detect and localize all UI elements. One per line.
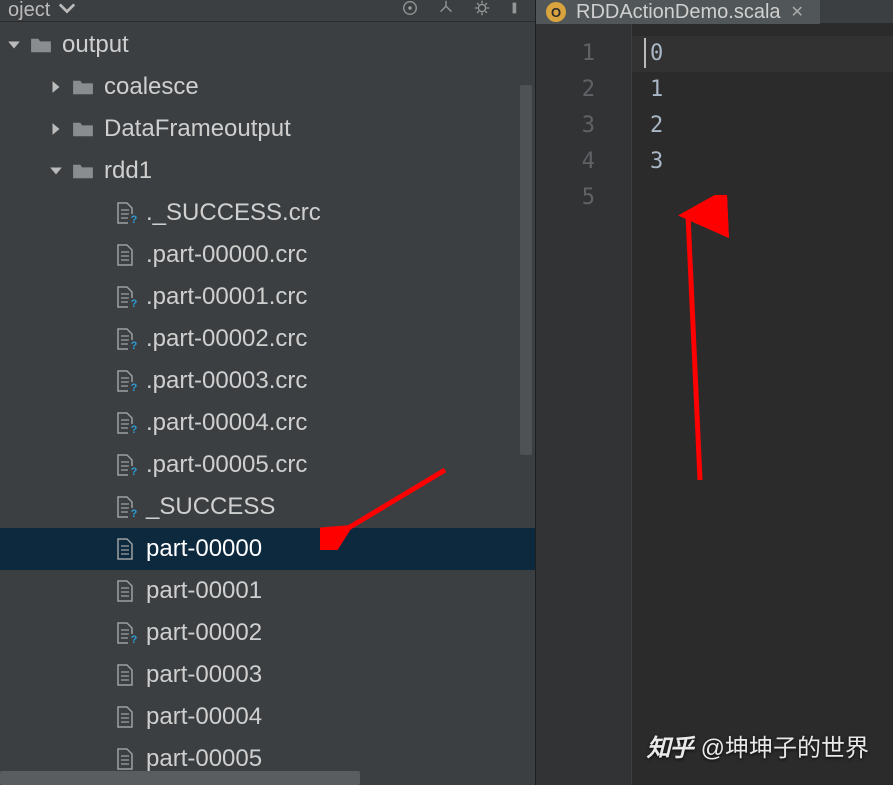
unknown-badge-icon: ? bbox=[128, 508, 140, 520]
file-item[interactable]: ? .part-00005.crc bbox=[0, 444, 535, 486]
file-icon: ? bbox=[112, 622, 138, 644]
horizontal-scroll-track bbox=[0, 771, 535, 785]
file-item[interactable]: ? .part-00001.crc bbox=[0, 276, 535, 318]
unknown-badge-icon: ? bbox=[128, 298, 140, 310]
file-item[interactable]: ? part-00002 bbox=[0, 612, 535, 654]
file-icon bbox=[112, 664, 138, 686]
tree-item-label: coalesce bbox=[104, 66, 199, 108]
file-icon: ? bbox=[112, 496, 138, 518]
unknown-badge-icon: ? bbox=[128, 424, 140, 436]
line-number: 5 bbox=[536, 180, 595, 216]
file-item[interactable]: ? .part-00003.crc bbox=[0, 360, 535, 402]
file-icon: ? bbox=[112, 454, 138, 476]
tree-item-label: part-00002 bbox=[146, 612, 262, 654]
folder-icon bbox=[70, 78, 96, 96]
text-caret bbox=[644, 38, 646, 68]
hide-icon[interactable] bbox=[509, 0, 527, 23]
line-number: 4 bbox=[536, 144, 595, 180]
watermark: 知乎 @坤坤子的世界 bbox=[647, 728, 869, 763]
code-area[interactable]: 0123 bbox=[632, 24, 893, 785]
tree-item-label: .part-00004.crc bbox=[146, 402, 307, 444]
unknown-badge-icon: ? bbox=[128, 214, 140, 226]
disclosure-arrow-icon[interactable] bbox=[0, 38, 28, 52]
chevron-down-icon[interactable] bbox=[58, 0, 76, 23]
sidebar-header: oject bbox=[0, 0, 535, 22]
tree-item-label: part-00000 bbox=[146, 528, 262, 570]
file-icon: ? bbox=[112, 370, 138, 392]
file-icon: ? bbox=[112, 328, 138, 350]
line-number: 3 bbox=[536, 108, 595, 144]
file-icon bbox=[112, 706, 138, 728]
close-icon[interactable]: ✕ bbox=[791, 2, 804, 22]
line-number: 1 bbox=[536, 36, 595, 72]
folder-item[interactable]: coalesce bbox=[0, 66, 535, 108]
unknown-badge-icon: ? bbox=[128, 466, 140, 478]
folder-icon bbox=[70, 162, 96, 180]
file-icon: ? bbox=[112, 202, 138, 224]
collapse-icon[interactable] bbox=[437, 0, 455, 23]
zhihu-logo: 知乎 bbox=[647, 728, 693, 763]
editor-tabs: O RDDActionDemo.scala ✕ bbox=[536, 0, 893, 24]
tree-item-label: part-00001 bbox=[146, 570, 262, 612]
disclosure-arrow-icon[interactable] bbox=[42, 164, 70, 178]
file-icon bbox=[112, 538, 138, 560]
file-item[interactable]: ? _SUCCESS bbox=[0, 486, 535, 528]
tree-item-label: part-00004 bbox=[146, 696, 262, 738]
code-line: 3 bbox=[650, 144, 893, 180]
tree-item-label: .part-00005.crc bbox=[146, 444, 307, 486]
file-item[interactable]: part-00001 bbox=[0, 570, 535, 612]
code-line: 0 bbox=[650, 36, 893, 72]
file-icon: ? bbox=[112, 412, 138, 434]
project-sidebar: oject outputcoalesceDataFrameoutputrdd1?… bbox=[0, 0, 535, 785]
scala-file-icon: O bbox=[546, 2, 566, 22]
code-line: 2 bbox=[650, 108, 893, 144]
tab-rddactiondemo[interactable]: O RDDActionDemo.scala ✕ bbox=[536, 0, 820, 24]
unknown-badge-icon: ? bbox=[128, 634, 140, 646]
tree-item-label: DataFrameoutput bbox=[104, 108, 291, 150]
code-line bbox=[650, 180, 893, 216]
file-item[interactable]: part-00000 bbox=[0, 528, 535, 570]
tab-label: RDDActionDemo.scala bbox=[576, 1, 781, 24]
folder-icon bbox=[70, 120, 96, 138]
editor-body[interactable]: 12345 0123 bbox=[536, 24, 893, 785]
tree-item-label: .part-00000.crc bbox=[146, 234, 307, 276]
watermark-text: @坤坤子的世界 bbox=[701, 728, 869, 763]
tree-item-label: rdd1 bbox=[104, 150, 152, 192]
file-item[interactable]: part-00004 bbox=[0, 696, 535, 738]
folder-item[interactable]: rdd1 bbox=[0, 150, 535, 192]
line-number: 2 bbox=[536, 72, 595, 108]
tree-item-label: .part-00001.crc bbox=[146, 276, 307, 318]
horizontal-scrollbar[interactable] bbox=[0, 771, 360, 785]
disclosure-arrow-icon[interactable] bbox=[42, 80, 70, 94]
code-line: 1 bbox=[650, 72, 893, 108]
tree-item-label: part-00003 bbox=[146, 654, 262, 696]
folder-item[interactable]: output bbox=[0, 24, 535, 66]
file-icon bbox=[112, 244, 138, 266]
file-item[interactable]: .part-00000.crc bbox=[0, 234, 535, 276]
editor-panel: O RDDActionDemo.scala ✕ 12345 0123 bbox=[535, 0, 893, 785]
file-icon bbox=[112, 748, 138, 770]
file-item[interactable]: ? .part-00002.crc bbox=[0, 318, 535, 360]
vertical-scrollbar[interactable] bbox=[520, 85, 532, 455]
project-tree[interactable]: outputcoalesceDataFrameoutputrdd1? ._SUCC… bbox=[0, 22, 535, 785]
line-gutter: 12345 bbox=[536, 24, 632, 785]
gear-icon[interactable] bbox=[473, 0, 491, 23]
disclosure-arrow-icon[interactable] bbox=[42, 122, 70, 136]
folder-item[interactable]: DataFrameoutput bbox=[0, 108, 535, 150]
tree-item-label: .part-00002.crc bbox=[146, 318, 307, 360]
unknown-badge-icon: ? bbox=[128, 382, 140, 394]
tree-item-label: _SUCCESS bbox=[146, 486, 275, 528]
tree-item-label: ._SUCCESS.crc bbox=[146, 192, 321, 234]
file-icon: ? bbox=[112, 286, 138, 308]
panel-title: oject bbox=[8, 0, 50, 22]
unknown-badge-icon: ? bbox=[128, 340, 140, 352]
file-item[interactable]: ? .part-00004.crc bbox=[0, 402, 535, 444]
file-icon bbox=[112, 580, 138, 602]
tree-item-label: output bbox=[62, 24, 129, 66]
tree-item-label: .part-00003.crc bbox=[146, 360, 307, 402]
folder-icon bbox=[28, 36, 54, 54]
file-item[interactable]: part-00003 bbox=[0, 654, 535, 696]
file-item[interactable]: ? ._SUCCESS.crc bbox=[0, 192, 535, 234]
target-icon[interactable] bbox=[401, 0, 419, 23]
